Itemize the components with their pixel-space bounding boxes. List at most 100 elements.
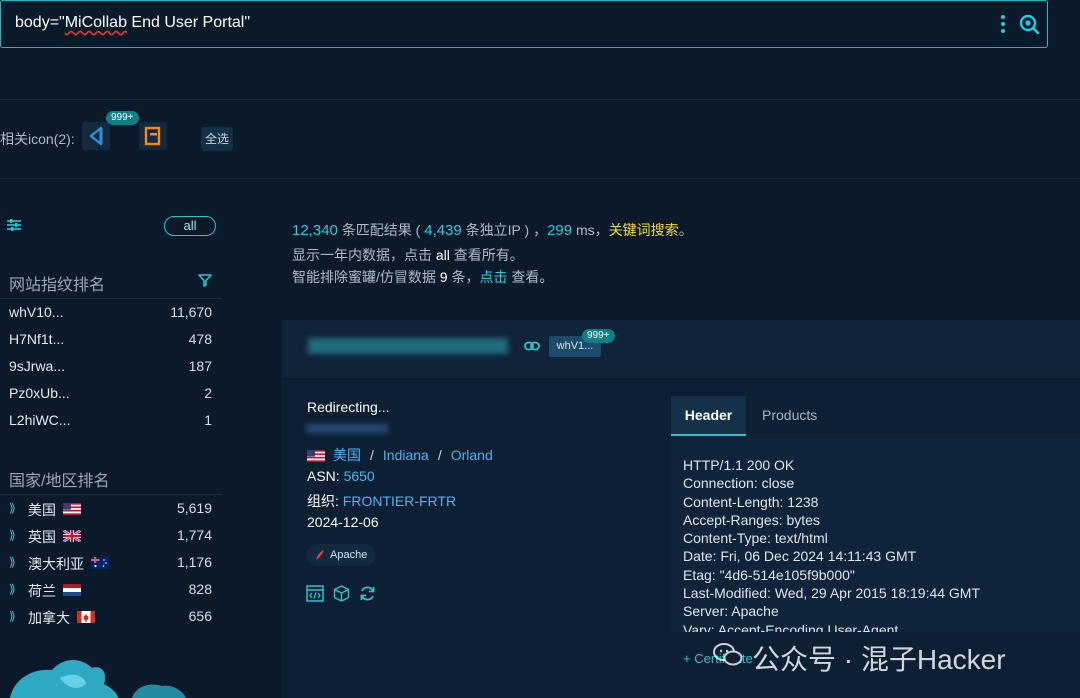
country-ranking-title: 国家/地区排名	[9, 473, 110, 490]
ip-count: 4,439	[424, 222, 462, 239]
site-rank-row[interactable]: L2hiWC... 1	[9, 410, 212, 430]
header-line: Vary: Accept-Encoding,User-Agent	[683, 621, 899, 632]
more-options-icon[interactable]	[997, 14, 1009, 36]
keyword-search-link[interactable]: 关键词搜索	[609, 222, 679, 238]
header-line: Connection: close	[683, 475, 795, 492]
code-view-icon[interactable]	[306, 585, 324, 602]
au-flag-icon	[91, 557, 109, 569]
country-count: 5,619	[176, 500, 212, 516]
header-line: Server: Apache	[683, 603, 779, 620]
divider	[0, 99, 1080, 100]
http-header-text: HTTP/1.1 200 OK Connection: close Conten…	[683, 456, 980, 632]
chevron-right-icon: ⟫	[9, 528, 16, 542]
header-line: HTTP/1.1 200 OK	[683, 457, 795, 473]
ca-flag-icon	[77, 611, 95, 623]
location-region-link[interactable]: Indiana	[383, 447, 429, 463]
gb-flag-icon	[63, 530, 81, 542]
page-title: Redirecting...	[307, 399, 390, 415]
org-link[interactable]: FRONTIER-FRTR	[343, 493, 456, 509]
country-name: 澳大利亚	[28, 556, 84, 572]
header-line: Last-Modified: Wed, 29 Apr 2015 18:19:44…	[683, 585, 981, 602]
related-icon-label: 相关icon(2):	[0, 131, 75, 147]
chevron-right-icon: ⟫	[9, 609, 16, 623]
refresh-icon[interactable]	[359, 585, 376, 602]
watermark: 公众号 · 混子Hacker	[752, 644, 1006, 675]
site-count: 11,670	[170, 304, 212, 320]
sliders-icon[interactable]	[6, 218, 22, 232]
tag-count-badge: 999+	[582, 329, 615, 343]
country-name: 荷兰	[28, 583, 56, 599]
related-count-badge: 999+	[106, 111, 139, 125]
us-flag-icon	[307, 450, 325, 462]
tab-header[interactable]: Header	[671, 396, 746, 436]
country-rank-row[interactable]: ⟫ 澳大利亚 1,176	[9, 552, 212, 572]
header-line: Accept-Ranges: bytes	[683, 511, 820, 528]
funnel-icon[interactable]	[198, 273, 212, 287]
country-name: 英国	[28, 529, 56, 545]
site-rank-row[interactable]: 9sJrwa... 187	[9, 356, 212, 376]
us-flag-icon	[63, 503, 81, 515]
header-line: Etag: "4d6-514e105f9b000"	[683, 566, 855, 583]
site-name: L2hiWC...	[9, 412, 71, 428]
search-query[interactable]: body="MiCollab End User Portal"	[15, 14, 250, 32]
divider	[0, 494, 222, 495]
site-name: whV10...	[9, 304, 64, 320]
site-name: 9sJrwa...	[9, 358, 66, 374]
asn-line: ASN: 5650	[307, 468, 375, 484]
site-rank-row[interactable]: Pz0xUb... 2	[9, 383, 212, 403]
country-count: 1,176	[176, 554, 212, 570]
cube-icon[interactable]	[333, 585, 350, 602]
server-tag[interactable]: Apache	[306, 544, 376, 566]
country-name: 加拿大	[28, 610, 70, 626]
view-honeypot-link[interactable]: 点击	[479, 269, 507, 285]
country-rank-row[interactable]: ⟫ 美国 5,619	[9, 498, 212, 518]
org-line: 组织: FRONTIER-FRTR	[307, 493, 457, 509]
filter-all-toggle[interactable]: all	[164, 216, 216, 236]
site-count: 2	[204, 385, 212, 401]
redacted-ip[interactable]	[306, 424, 388, 433]
asn-link[interactable]: 5650	[344, 468, 375, 484]
search-icon[interactable]	[1018, 13, 1040, 35]
site-rank-row[interactable]: whV10... 11,670	[9, 302, 212, 322]
location-country-link[interactable]: 美国	[333, 447, 361, 463]
wechat-logo-icon	[713, 643, 743, 666]
nl-flag-icon	[63, 584, 81, 596]
divider	[0, 178, 1080, 179]
country-count: 1,774	[176, 527, 212, 543]
link-icon[interactable]	[524, 341, 540, 351]
country-count: 828	[188, 581, 212, 597]
location: 美国 / Indiana / Orland	[307, 445, 493, 465]
site-name: Pz0xUb...	[9, 385, 70, 401]
search-input[interactable]: body="MiCollab End User Portal"	[0, 0, 1048, 48]
site-rank-row[interactable]: H7Nf1t... 478	[9, 329, 212, 349]
match-count: 12,340	[292, 222, 338, 239]
honeypot-notice: 智能排除蜜罐/仿冒数据 9 条，点击 查看。	[292, 269, 554, 285]
related-icon-vscode[interactable]	[82, 122, 110, 150]
header-line: Date: Fri, 06 Dec 2024 14:11:43 GMT	[683, 548, 917, 565]
related-icon-app[interactable]	[139, 122, 167, 150]
country-rank-row[interactable]: ⟫ 英国 1,774	[9, 525, 212, 545]
country-rank-row[interactable]: ⟫ 加拿大 656	[9, 606, 212, 626]
http-header-panel[interactable]: HTTP/1.1 200 OK Connection: close Conten…	[671, 438, 1080, 632]
redacted-host[interactable]	[308, 338, 508, 354]
site-count: 1	[204, 412, 212, 428]
site-count: 187	[188, 358, 212, 374]
country-count: 656	[188, 608, 212, 624]
divider	[0, 298, 222, 299]
query-time: 299	[547, 222, 573, 239]
header-line: Content-Type: text/html	[683, 530, 828, 547]
location-city-link[interactable]: Orland	[451, 447, 493, 463]
world-map[interactable]	[0, 648, 190, 698]
chevron-right-icon: ⟫	[9, 582, 16, 596]
scan-date: 2024-12-06	[307, 514, 379, 530]
tab-products[interactable]: Products	[762, 407, 817, 423]
chevron-right-icon: ⟫	[9, 555, 16, 569]
site-count: 478	[188, 331, 212, 347]
show-all-link[interactable]: all	[436, 247, 450, 263]
site-name: H7Nf1t...	[9, 331, 65, 347]
chevron-right-icon: ⟫	[9, 501, 16, 515]
country-rank-row[interactable]: ⟫ 荷兰 828	[9, 579, 212, 599]
one-year-notice: 显示一年内数据，点击 all 查看所有。	[292, 247, 524, 263]
app-icon	[144, 126, 161, 146]
select-all-button[interactable]: 全选	[201, 127, 233, 151]
